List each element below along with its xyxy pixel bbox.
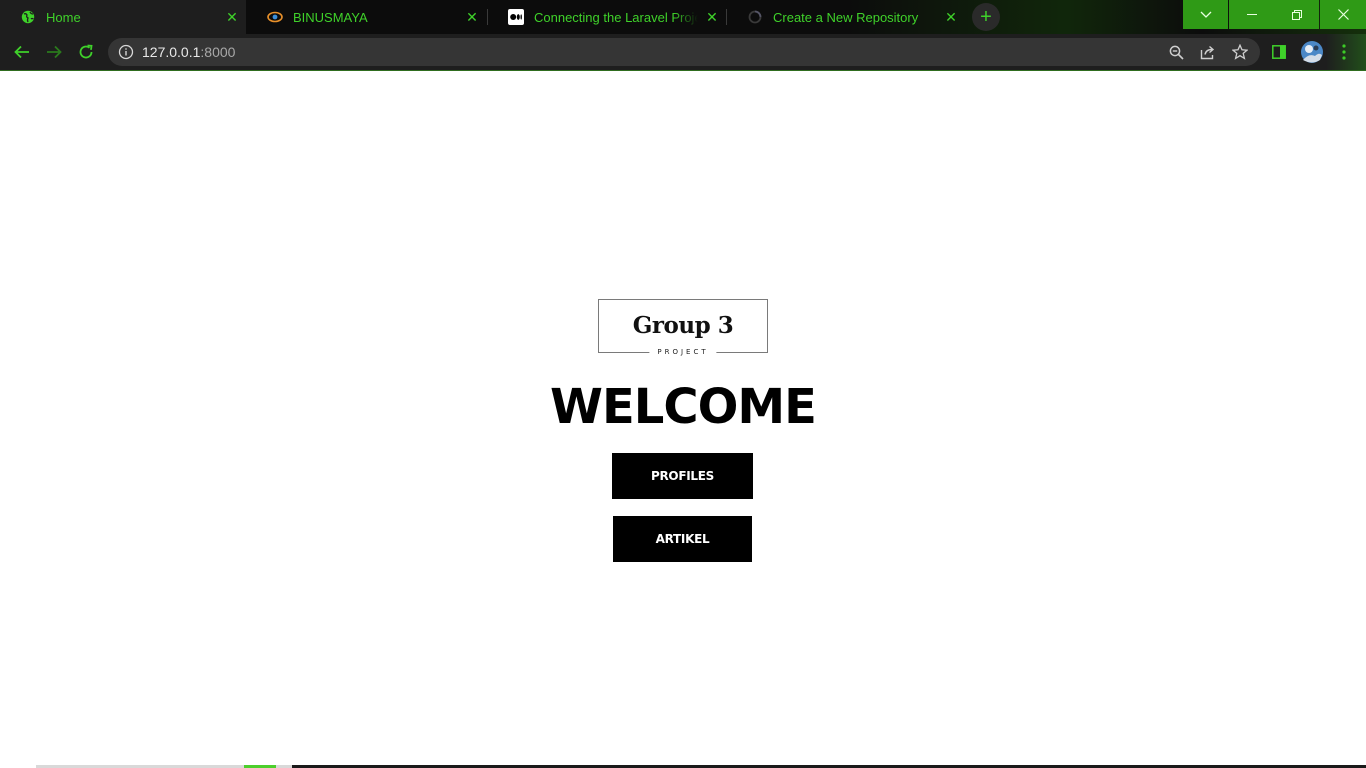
chevron-down-icon [1200, 11, 1211, 18]
minimize-icon [1246, 13, 1257, 15]
restore-button[interactable] [1274, 0, 1319, 29]
page-title: WELCOME [550, 379, 817, 435]
reload-button[interactable] [72, 38, 100, 66]
avatar[interactable] [1300, 40, 1324, 64]
toolbar-edge-glow [1326, 34, 1366, 70]
back-button[interactable] [8, 38, 36, 66]
plus-icon: + [980, 6, 992, 28]
arrow-right-icon [47, 45, 62, 59]
url-text[interactable]: 127.0.0.1:8000 [142, 44, 235, 60]
url-port: :8000 [200, 44, 236, 60]
site-logo: Group 3 PROJECT [598, 299, 768, 358]
tab-title: Home [46, 9, 81, 25]
tab-title: Create a New Repository [773, 9, 919, 25]
close-icon[interactable]: ✕ [943, 9, 959, 25]
forward-button[interactable] [40, 38, 68, 66]
address-bar[interactable]: 127.0.0.1:8000 [108, 38, 1260, 66]
loading-icon [747, 9, 763, 25]
url-host: 127.0.0.1 [142, 44, 201, 60]
close-window-button[interactable] [1320, 0, 1366, 29]
medium-icon [508, 9, 524, 25]
minimize-button[interactable] [1229, 0, 1274, 29]
toolbar-divider [0, 70, 1366, 71]
tab-search-button[interactable] [1183, 0, 1228, 29]
logo-name: Group 3 [632, 312, 734, 339]
share-icon[interactable] [1200, 44, 1216, 60]
tab-binusmaya[interactable]: BINUSMAYA ✕ [247, 0, 486, 34]
close-icon[interactable]: ✕ [224, 9, 240, 25]
close-icon[interactable]: ✕ [464, 9, 480, 25]
tab-title: BINUSMAYA [293, 9, 368, 25]
reload-icon [79, 44, 93, 59]
restore-icon [1291, 9, 1302, 20]
globe-icon [20, 9, 36, 25]
info-icon[interactable] [118, 44, 134, 60]
profiles-button[interactable]: PROFILES [612, 453, 753, 499]
tab-create-repository[interactable]: Create a New Repository ✕ [727, 0, 965, 34]
bookmark-star-icon[interactable] [1232, 44, 1248, 60]
close-icon[interactable]: ✕ [704, 9, 720, 25]
tab-medium[interactable]: Connecting the Laravel Project on ✕ [488, 0, 726, 34]
binusmaya-icon [267, 9, 283, 25]
artikel-button[interactable]: ARTIKEL [613, 516, 752, 562]
logo-subtitle: PROJECT [649, 347, 717, 358]
arrow-left-icon [14, 45, 29, 59]
zoom-icon[interactable] [1168, 44, 1184, 60]
tab-title: Connecting the Laravel Project on [534, 9, 698, 25]
new-tab-button[interactable]: + [972, 3, 1000, 31]
browser-toolbar: 127.0.0.1:8000 [0, 34, 1366, 70]
side-panel-icon[interactable] [1269, 42, 1289, 62]
tab-home[interactable]: Home ✕ [0, 0, 246, 34]
tab-strip: Home ✕ BINUSMAYA ✕ Connecting the Larave… [0, 0, 1366, 34]
close-icon [1337, 9, 1349, 20]
